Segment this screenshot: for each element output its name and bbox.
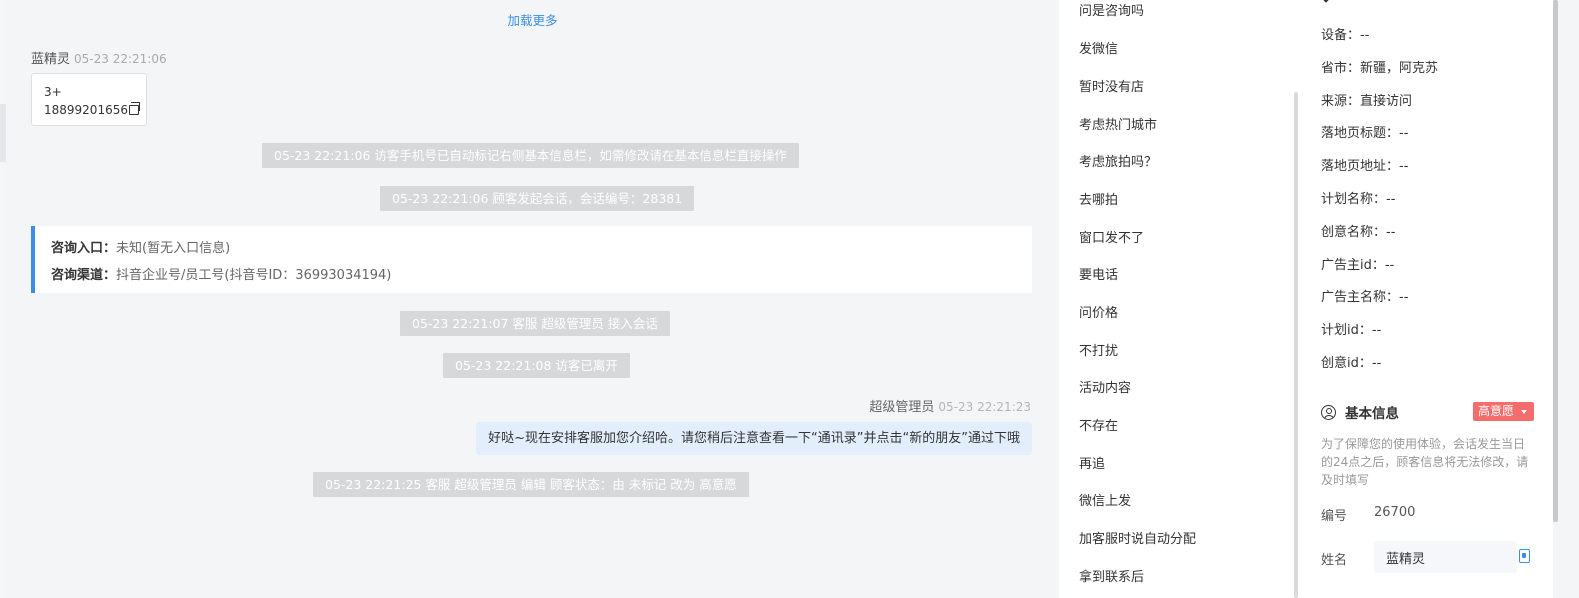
info-row-advertiser-id: 广告主id：--: [1321, 258, 1395, 273]
quick-reply-scrollbar[interactable]: [1294, 92, 1298, 598]
quick-reply-item[interactable]: 暂时没有店: [1079, 76, 1144, 95]
quick-reply-item[interactable]: 活动内容: [1079, 377, 1131, 396]
quick-reply-item[interactable]: 问是咨询吗: [1079, 0, 1144, 19]
consult-channel-label: 咨询渠道：: [51, 268, 117, 283]
system-message: 05-23 22:21:06 访客手机号已自动标记右侧基本信息栏，如需修改请在基…: [262, 143, 799, 168]
visitor-name: 蓝精灵: [31, 52, 71, 67]
info-row-advertiser-name: 广告主名称：--: [1321, 290, 1409, 305]
basic-info-title: 基本信息: [1321, 402, 1399, 422]
chevron-down-icon[interactable]: [1320, 0, 1332, 3]
phone-number: 18899201656: [44, 103, 128, 117]
copy-icon[interactable]: [128, 102, 140, 115]
quick-reply-item[interactable]: 去哪拍: [1079, 189, 1118, 208]
quick-reply-item[interactable]: 加客服时说自动分配: [1079, 528, 1196, 547]
quick-reply-item[interactable]: 考虑旅拍吗？: [1079, 151, 1157, 170]
system-message: 05-23 22:21:06 顾客发起会话，会话编号：28381: [380, 186, 695, 211]
info-row-landing-url: 落地页地址：--: [1321, 159, 1409, 174]
quick-reply-item[interactable]: 不存在: [1079, 415, 1118, 434]
visitor-time: 05-23 22:21:06: [74, 52, 167, 66]
info-row-landing-title: 落地页标题：--: [1321, 126, 1409, 141]
phone-card: 3+ 18899201656: [31, 73, 147, 126]
intent-status-label: 高意愿: [1478, 404, 1515, 418]
name-label: 姓名: [1321, 553, 1348, 568]
system-message: 05-23 22:21:08 访客已离开: [443, 353, 630, 378]
system-message: 05-23 22:21:07 客服 超级管理员 接入会话: [400, 311, 670, 336]
edit-deadline-notice: 为了保障您的使用体验，会话发生当日的24点之后，顾客信息将无法修改，请及时填写: [1321, 437, 1529, 487]
system-message: 05-23 22:21:25 客服 超级管理员 编辑 顾客状态：由 未标记 改为…: [313, 472, 749, 497]
info-row-region: 省市：新疆，阿克苏: [1321, 61, 1439, 76]
visitor-header: 蓝精灵 05-23 22:21:06: [31, 48, 167, 67]
agent-header: 超级管理员 05-23 22:21:23: [869, 396, 1031, 415]
info-row-device: 设备：--: [1321, 28, 1370, 43]
info-row-source: 来源：直接访问: [1321, 94, 1413, 109]
page-scrollbar[interactable]: [1553, 0, 1579, 598]
load-more-link[interactable]: 加载更多: [6, 10, 1059, 29]
customer-info-panel: 设备：-- 省市：新疆，阿克苏 来源：直接访问 落地页标题：-- 落地页地址：-…: [1300, 0, 1552, 598]
user-circle-icon: [1321, 404, 1336, 420]
scrollbar-thumb[interactable]: [1553, 0, 1558, 522]
info-row-creative-name: 创意名称：--: [1321, 225, 1396, 240]
quick-reply-item[interactable]: 窗口发不了: [1079, 227, 1144, 246]
quick-reply-item[interactable]: 拿到联系后: [1079, 566, 1144, 585]
consult-info-card: 咨询入口：未知(暂无入口信息) 咨询渠道：抖音企业号/员工号(抖音号ID：369…: [31, 226, 1032, 293]
name-input[interactable]: [1374, 541, 1517, 573]
consult-channel-value: 抖音企业号/员工号(抖音号ID：36993034194): [116, 268, 392, 283]
quick-reply-item[interactable]: 要电话: [1079, 264, 1118, 283]
info-row-plan-name: 计划名称：--: [1321, 192, 1396, 207]
agent-time: 05-23 22:21:23: [938, 400, 1031, 414]
quick-reply-item[interactable]: 微信上发: [1079, 490, 1131, 509]
quick-reply-item[interactable]: 考虑热门城市: [1079, 114, 1157, 133]
agent-name: 超级管理员: [869, 400, 935, 415]
consult-entry-label: 咨询入口：: [51, 241, 117, 256]
info-row-plan-id: 计划id：--: [1321, 323, 1382, 338]
copy-icon[interactable]: [1519, 549, 1530, 563]
consult-entry-value: 未知(暂无入口信息): [116, 241, 231, 256]
caret-down-icon: [1521, 410, 1527, 414]
quick-reply-item[interactable]: 发微信: [1079, 38, 1118, 57]
agent-message: 好哒~现在安排客服加您介绍哈。请您稍后注意查看一下“通讯录”并点击“新的朋友”通…: [476, 422, 1032, 455]
chat-area: 加载更多 蓝精灵 05-23 22:21:06 3+ 18899201656 05…: [6, 0, 1059, 598]
quick-reply-item[interactable]: 问价格: [1079, 302, 1118, 321]
id-label: 编号: [1321, 509, 1348, 524]
phone-prefix: 3+: [44, 85, 62, 99]
quick-reply-item[interactable]: 不打扰: [1079, 340, 1118, 359]
id-value: 26700: [1374, 505, 1416, 520]
quick-reply-item[interactable]: 再追: [1079, 453, 1105, 472]
quick-reply-panel: 问是咨询吗 发微信 暂时没有店 考虑热门城市 考虑旅拍吗？ 去哪拍 窗口发不了 …: [1059, 0, 1290, 598]
intent-status-dropdown[interactable]: 高意愿: [1473, 402, 1534, 421]
info-row-creative-id: 创意id：--: [1321, 356, 1382, 371]
